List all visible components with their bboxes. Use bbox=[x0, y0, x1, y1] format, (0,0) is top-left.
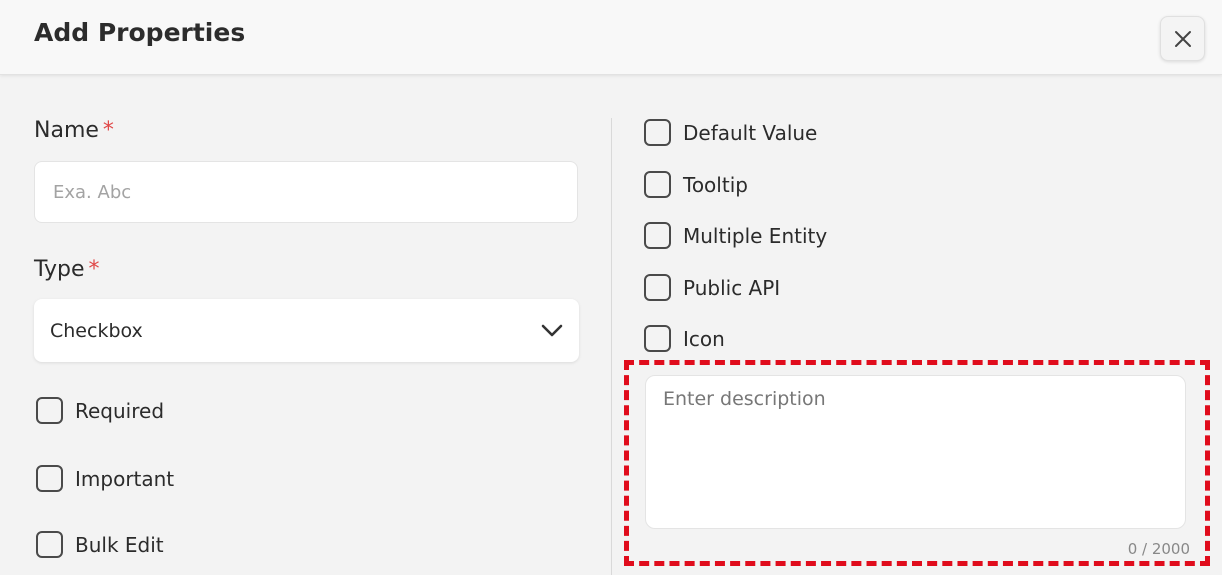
checkbox-label: Default Value bbox=[683, 120, 818, 145]
checkbox-tooltip[interactable]: Tooltip bbox=[644, 171, 748, 198]
checkbox-box[interactable] bbox=[644, 222, 671, 249]
column-divider bbox=[611, 118, 612, 575]
checkbox-public-api[interactable]: Public API bbox=[644, 274, 780, 301]
checkbox-box[interactable] bbox=[644, 325, 671, 352]
checkbox-label: Tooltip bbox=[683, 172, 748, 197]
checkbox-default-value[interactable]: Default Value bbox=[644, 119, 817, 146]
checkbox-label: Bulk Edit bbox=[75, 532, 164, 557]
checkbox-bulk-edit[interactable]: Bulk Edit bbox=[36, 531, 164, 558]
close-button[interactable] bbox=[1160, 16, 1205, 61]
checkbox-label: Icon bbox=[683, 326, 725, 351]
name-input[interactable] bbox=[34, 161, 578, 223]
checkbox-required[interactable]: Required bbox=[36, 397, 164, 424]
checkbox-box[interactable] bbox=[36, 465, 63, 492]
chevron-down-icon bbox=[541, 324, 563, 336]
checkbox-label: Public API bbox=[683, 275, 781, 300]
type-label: Type * bbox=[34, 257, 100, 282]
checkbox-icon[interactable]: Icon bbox=[644, 325, 725, 352]
checkbox-box[interactable] bbox=[36, 531, 63, 558]
checkbox-label: Required bbox=[75, 398, 165, 423]
type-select-value: Checkbox bbox=[50, 319, 143, 342]
required-asterisk: * bbox=[102, 118, 114, 143]
description-char-counter: 0 / 2000 bbox=[1127, 540, 1190, 558]
checkbox-important[interactable]: Important bbox=[36, 465, 174, 492]
checkbox-multiple-entity[interactable]: Multiple Entity bbox=[644, 222, 827, 249]
close-icon bbox=[1174, 30, 1191, 47]
checkbox-box[interactable] bbox=[644, 171, 671, 198]
description-textarea[interactable] bbox=[645, 375, 1186, 529]
checkbox-box[interactable] bbox=[36, 397, 63, 424]
name-label: Name * bbox=[34, 118, 114, 143]
type-select[interactable]: Checkbox bbox=[34, 299, 579, 362]
required-asterisk: * bbox=[88, 257, 100, 282]
dialog-title: Add Properties bbox=[34, 18, 246, 47]
dialog-header: Add Properties bbox=[0, 0, 1222, 75]
checkbox-label: Multiple Entity bbox=[683, 223, 828, 248]
checkbox-label: Important bbox=[75, 466, 175, 491]
checkbox-box[interactable] bbox=[644, 274, 671, 301]
checkbox-box[interactable] bbox=[644, 119, 671, 146]
